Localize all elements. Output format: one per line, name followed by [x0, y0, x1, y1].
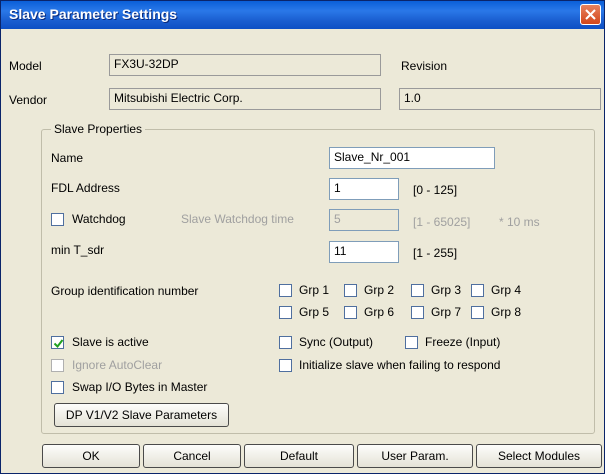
grp7-checkbox[interactable]	[411, 306, 424, 319]
dpv1-v2-slave-parameters-button[interactable]: DP V1/V2 Slave Parameters	[54, 403, 229, 427]
slave-active-checkbox[interactable]	[51, 336, 64, 349]
ignore-autoclear-label: Ignore AutoClear	[72, 358, 163, 372]
grp2-checkbox[interactable]	[344, 284, 357, 297]
grp4-label: Grp 4	[491, 283, 522, 297]
grp3-checkbox[interactable]	[411, 284, 424, 297]
freeze-input-checkbox[interactable]	[405, 336, 418, 349]
watchdog-label: Watchdog	[72, 212, 126, 226]
fdl-range-label: [0 - 125]	[413, 183, 458, 197]
title-bar[interactable]: Slave Parameter Settings	[1, 1, 604, 29]
min-tsdr-label: min T_sdr	[51, 243, 105, 257]
default-button[interactable]: Default	[244, 444, 354, 468]
close-icon	[585, 9, 596, 20]
watchdog-time-range: [1 - 65025]	[413, 215, 471, 229]
grp3-label: Grp 3	[431, 283, 462, 297]
slave-active-label: Slave is active	[72, 335, 149, 349]
min-tsdr-input[interactable]: 11	[329, 241, 399, 263]
watchdog-time-unit: * 10 ms	[499, 215, 540, 229]
fdl-address-input[interactable]: 1	[329, 178, 399, 200]
checkmark-icon	[53, 339, 64, 349]
revision-field: 1.0	[399, 88, 601, 110]
grp5-checkbox[interactable]	[279, 306, 292, 319]
name-label: Name	[51, 151, 84, 165]
swap-io-label: Swap I/O Bytes in Master	[72, 380, 208, 394]
sync-output-checkbox[interactable]	[279, 336, 292, 349]
grp6-label: Grp 6	[364, 305, 395, 319]
slave-properties-title: Slave Properties	[51, 122, 146, 136]
select-modules-button[interactable]: Select Modules	[476, 444, 602, 468]
revision-label: Revision	[401, 59, 448, 73]
grp8-label: Grp 8	[491, 305, 522, 319]
close-button[interactable]	[580, 4, 601, 25]
user-param-button[interactable]: User Param.	[357, 444, 473, 468]
window-title: Slave Parameter Settings	[9, 6, 178, 22]
grp1-checkbox[interactable]	[279, 284, 292, 297]
grp5-label: Grp 5	[299, 305, 330, 319]
grp8-checkbox[interactable]	[471, 306, 484, 319]
cancel-button[interactable]: Cancel	[143, 444, 241, 468]
vendor-label: Vendor	[9, 93, 48, 107]
grp1-label: Grp 1	[299, 283, 330, 297]
watchdog-checkbox[interactable]	[51, 213, 64, 226]
vendor-field: Mitsubishi Electric Corp.	[109, 88, 381, 110]
initialize-slave-checkbox[interactable]	[279, 359, 292, 372]
grp4-checkbox[interactable]	[471, 284, 484, 297]
min-tsdr-range: [1 - 255]	[413, 246, 458, 260]
model-field: FX3U-32DP	[109, 54, 381, 76]
sync-output-label: Sync (Output)	[299, 335, 374, 349]
freeze-input-label: Freeze (Input)	[425, 335, 501, 349]
model-label: Model	[9, 59, 42, 73]
group-id-label: Group identification number	[51, 284, 199, 298]
name-input[interactable]: Slave_Nr_001	[329, 147, 495, 169]
ignore-autoclear-checkbox[interactable]	[51, 359, 64, 372]
grp7-label: Grp 7	[431, 305, 462, 319]
grp2-label: Grp 2	[364, 283, 395, 297]
fdl-address-label: FDL Address	[51, 181, 120, 195]
slave-parameter-dialog: Slave Parameter Settings Model FX3U-32DP…	[0, 0, 605, 474]
initialize-slave-label: Initialize slave when failing to respond	[299, 358, 501, 372]
grp6-checkbox[interactable]	[344, 306, 357, 319]
watchdog-time-label: Slave Watchdog time	[181, 212, 294, 226]
swap-io-checkbox[interactable]	[51, 381, 64, 394]
ok-button[interactable]: OK	[42, 444, 140, 468]
watchdog-time-input[interactable]: 5	[329, 209, 399, 231]
